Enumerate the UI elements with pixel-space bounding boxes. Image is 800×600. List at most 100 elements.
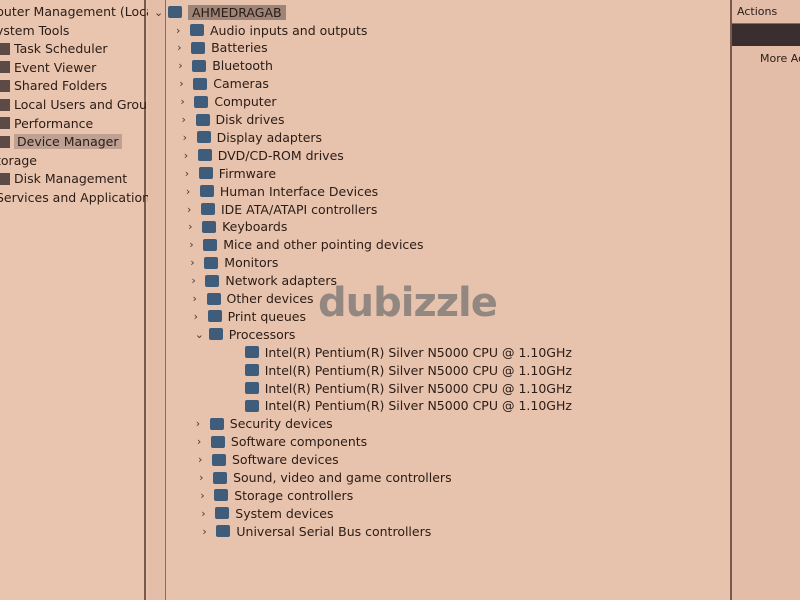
actions-section-bar[interactable] xyxy=(732,24,800,46)
software-component-icon xyxy=(210,435,225,448)
chevron-right-icon[interactable]: › xyxy=(178,59,192,72)
tree-item[interactable]: › Software components xyxy=(197,433,367,451)
tree-item[interactable]: › Software devices xyxy=(198,451,339,469)
tree-item[interactable]: Intel(R) Pentium(R) Silver N5000 CPU @ 1… xyxy=(244,361,572,379)
tree-item-label: Print queues xyxy=(227,308,306,324)
tree-item[interactable]: › Batteries xyxy=(177,39,268,57)
tree-item[interactable]: › Security devices xyxy=(196,415,333,433)
nav-item[interactable]: torage xyxy=(0,153,37,168)
chevron-down-icon[interactable]: ⌄ xyxy=(195,328,209,341)
nav-item[interactable]: Services and Applications xyxy=(0,190,157,205)
chevron-right-icon[interactable]: › xyxy=(193,292,207,305)
tree-item[interactable]: › System devices xyxy=(201,504,333,522)
chevron-right-icon[interactable]: › xyxy=(194,310,208,323)
tree-item[interactable]: › Computer xyxy=(180,93,276,111)
tree-item[interactable]: › Audio inputs and outputs xyxy=(176,21,367,39)
chevron-right-icon[interactable]: › xyxy=(179,77,193,90)
tree-item[interactable]: ⌄ Processors xyxy=(195,325,296,343)
tree-item[interactable]: › Human Interface Devices xyxy=(186,182,378,200)
tree-item-label: DVD/CD-ROM drives xyxy=(217,147,344,163)
chevron-right-icon[interactable]: › xyxy=(191,274,205,287)
chevron-right-icon[interactable]: › xyxy=(202,525,216,538)
unknown-device-icon xyxy=(206,292,221,305)
watermark-logo: dubizzle xyxy=(318,280,498,326)
chevron-right-icon[interactable]: › xyxy=(190,256,204,269)
tree-item-label: Computer xyxy=(214,94,277,110)
tree-item[interactable]: › Firmware xyxy=(185,164,276,182)
tree-item[interactable]: › Sound, video and game controllers xyxy=(199,469,452,487)
chevron-right-icon[interactable]: › xyxy=(198,453,212,466)
tree-item[interactable]: › Display adapters xyxy=(183,128,322,146)
chevron-right-icon[interactable]: › xyxy=(201,507,215,520)
processor-icon xyxy=(244,399,259,412)
tree-item[interactable]: › Bluetooth xyxy=(178,57,273,75)
nav-item[interactable]: ystem Tools xyxy=(0,23,69,38)
chevron-right-icon[interactable]: › xyxy=(196,417,210,430)
chevron-right-icon[interactable]: › xyxy=(188,220,202,233)
chevron-right-icon[interactable]: › xyxy=(176,24,190,37)
nav-item[interactable]: Disk Management xyxy=(0,171,127,186)
chevron-right-icon[interactable]: › xyxy=(197,435,211,448)
tree-item[interactable]: › Print queues xyxy=(194,307,306,325)
tree-item[interactable]: › Cameras xyxy=(179,75,269,93)
device-manager-icon xyxy=(0,135,10,148)
nav-item[interactable]: puter Management (Local xyxy=(0,4,157,19)
nav-item[interactable]: Event Viewer xyxy=(0,60,96,75)
tree-item[interactable]: ⌄ AHMEDRAGAB xyxy=(154,3,286,21)
tree-item[interactable]: › Mice and other pointing devices xyxy=(189,236,423,254)
tree-item-label: Security devices xyxy=(229,416,333,432)
tree-item-label: AHMEDRAGAB xyxy=(188,4,286,20)
nav-item-label: Disk Management xyxy=(14,171,128,187)
chevron-right-icon[interactable]: › xyxy=(177,41,191,54)
nav-item[interactable]: Local Users and Groups xyxy=(0,97,161,112)
tree-item[interactable]: › IDE ATA/ATAPI controllers xyxy=(187,200,377,218)
tree-item-label: Firmware xyxy=(218,165,277,181)
chevron-right-icon[interactable]: › xyxy=(180,95,194,108)
tree-item[interactable]: › DVD/CD-ROM drives xyxy=(184,146,344,164)
processor-icon xyxy=(208,328,223,341)
display-adapter-icon xyxy=(196,131,211,144)
network-icon xyxy=(205,274,220,287)
chevron-right-icon[interactable]: › xyxy=(182,113,196,126)
chevron-down-icon[interactable]: ⌄ xyxy=(154,6,168,19)
tree-item-label: Batteries xyxy=(211,40,268,56)
chevron-right-icon[interactable]: › xyxy=(185,167,199,180)
tree-item-label: Human Interface Devices xyxy=(219,183,379,199)
tree-item-label: System devices xyxy=(235,505,334,521)
nav-item[interactable]: Shared Folders xyxy=(0,78,107,93)
tree-item[interactable]: › Other devices xyxy=(193,290,314,308)
chevron-right-icon[interactable]: › xyxy=(187,203,201,216)
nav-item[interactable]: Device Manager xyxy=(0,134,122,150)
nav-item-label: Task Scheduler xyxy=(14,41,108,57)
tree-item[interactable]: › Universal Serial Bus controllers xyxy=(202,522,431,540)
chevron-right-icon[interactable]: › xyxy=(183,131,197,144)
tree-item-label: Intel(R) Pentium(R) Silver N5000 CPU @ 1… xyxy=(264,380,572,396)
tree-item[interactable]: Intel(R) Pentium(R) Silver N5000 CPU @ 1… xyxy=(244,397,572,415)
chevron-right-icon[interactable]: › xyxy=(186,185,200,198)
ide-icon xyxy=(201,203,215,215)
nav-item[interactable]: Task Scheduler xyxy=(0,41,108,56)
hid-icon xyxy=(199,185,214,198)
tree-item[interactable]: › Monitors xyxy=(190,254,278,272)
chevron-right-icon[interactable]: › xyxy=(199,471,213,484)
tree-item[interactable]: Intel(R) Pentium(R) Silver N5000 CPU @ 1… xyxy=(244,379,572,397)
tree-item[interactable]: › Disk drives xyxy=(182,111,285,129)
pane-splitter[interactable] xyxy=(148,0,166,600)
firmware-icon xyxy=(198,167,213,180)
tree-item[interactable]: › Storage controllers xyxy=(200,486,353,504)
tree-item-label: Intel(R) Pentium(R) Silver N5000 CPU @ 1… xyxy=(264,344,572,360)
actions-header: Actions xyxy=(732,0,800,24)
keyboard-icon xyxy=(202,220,217,233)
chevron-right-icon[interactable]: › xyxy=(189,238,203,251)
chevron-right-icon[interactable]: › xyxy=(184,149,198,162)
tree-item-label: Other devices xyxy=(226,291,314,306)
nav-item-label: Event Viewer xyxy=(14,59,97,75)
chevron-right-icon[interactable]: › xyxy=(200,489,214,502)
tree-item[interactable]: › Network adapters xyxy=(191,272,337,290)
tree-item-label: Software devices xyxy=(232,452,339,468)
tree-item[interactable]: Intel(R) Pentium(R) Silver N5000 CPU @ 1… xyxy=(244,343,572,361)
more-actions-link[interactable]: More Ac xyxy=(732,46,800,65)
tree-item[interactable]: › Keyboards xyxy=(188,218,287,236)
processor-icon xyxy=(244,382,259,394)
nav-item[interactable]: Performance xyxy=(0,116,93,131)
